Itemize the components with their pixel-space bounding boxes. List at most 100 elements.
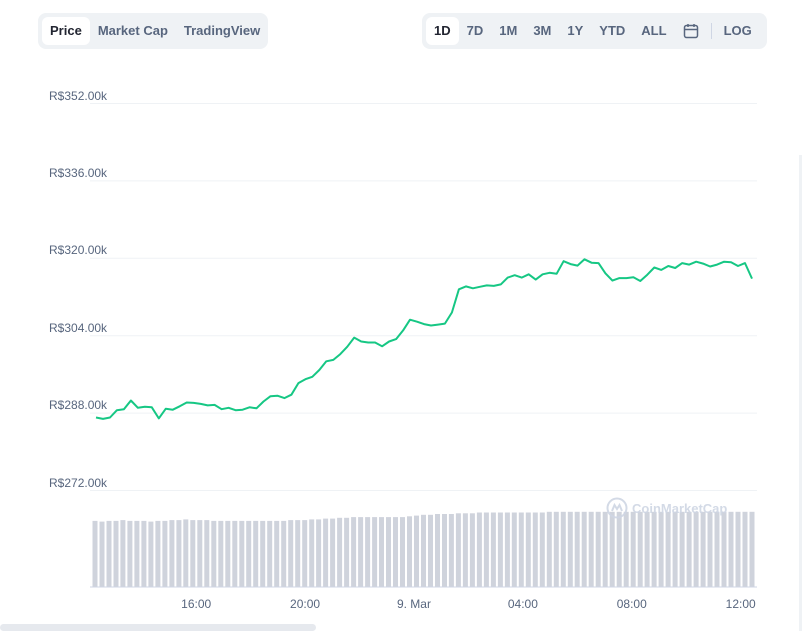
- watermark-text: CoinMarketCap: [632, 500, 728, 516]
- volume-bar: [162, 520, 168, 587]
- volume-bar: [616, 511, 622, 587]
- volume-bar: [351, 517, 357, 587]
- volume-bar: [623, 511, 629, 587]
- volume-bar: [365, 517, 371, 587]
- volume-bar: [490, 512, 496, 587]
- volume-bar: [169, 520, 175, 587]
- volume-bar: [176, 520, 182, 587]
- volume-bar: [448, 514, 454, 587]
- x-tick-label: 08:00: [616, 597, 647, 611]
- volume-bar: [218, 520, 224, 587]
- volume-bar: [113, 520, 119, 587]
- volume-bar: [553, 511, 559, 587]
- volume-bar: [400, 517, 405, 587]
- watermark: CoinMarketCap: [606, 497, 727, 519]
- volume-bar: [497, 512, 503, 587]
- x-tick-label: 04:00: [507, 597, 538, 611]
- volume-bar: [92, 520, 98, 587]
- volume-bar: [421, 514, 426, 587]
- volume-bar: [644, 511, 650, 587]
- volume-bar: [358, 517, 364, 587]
- volume-bar: [728, 511, 734, 587]
- volume-bar: [211, 520, 217, 587]
- volume-bar: [155, 520, 161, 587]
- volume-bar: [253, 520, 259, 587]
- volume-bar: [260, 520, 266, 587]
- volume-bar: [302, 520, 308, 587]
- volume-bar: [567, 511, 573, 587]
- price-series-line: [95, 258, 753, 420]
- volume-bar: [127, 520, 133, 587]
- volume-bar: [686, 511, 692, 587]
- horizontal-scrollbar[interactable]: [0, 624, 316, 631]
- volume-bar: [295, 520, 301, 587]
- volume-bar: [504, 512, 510, 587]
- volume-bar: [588, 511, 594, 587]
- volume-bar: [602, 511, 608, 587]
- coinmarketcap-logo-icon: [606, 497, 628, 519]
- volume-bar: [232, 520, 238, 587]
- volume-bar: [225, 520, 231, 587]
- volume-bar: [518, 512, 524, 587]
- volume-bar: [204, 520, 210, 587]
- volume-bar: [455, 513, 461, 587]
- volume-bar: [323, 518, 329, 587]
- volume-bar: [532, 512, 538, 587]
- price-chart: [90, 103, 757, 588]
- volume-bar: [651, 511, 657, 587]
- volume-bar: [672, 511, 678, 587]
- volume-bar: [106, 520, 112, 587]
- volume-bar: [393, 517, 398, 587]
- volume-bar: [330, 518, 336, 587]
- x-tick-label: 12:00: [725, 597, 756, 611]
- volume-bar: [344, 517, 350, 587]
- volume-bar: [539, 512, 545, 587]
- volume-bar: [546, 511, 552, 587]
- y-tick-label: R$336.00k: [49, 165, 108, 180]
- volume-bar: [407, 516, 412, 587]
- volume-bar: [183, 519, 189, 587]
- volume-bar: [309, 519, 315, 587]
- volume-bar: [469, 513, 475, 587]
- volume-bar: [267, 520, 273, 587]
- volume-bar: [525, 512, 531, 587]
- volume-bar: [679, 511, 685, 587]
- volume-bar: [197, 520, 203, 587]
- volume-bar: [281, 520, 287, 587]
- volume-bar: [462, 513, 468, 587]
- volume-bar: [630, 511, 636, 587]
- volume-bar: [442, 514, 447, 587]
- volume-bar: [372, 517, 378, 587]
- volume-bar: [714, 511, 720, 587]
- x-tick-label: 20:00: [290, 597, 321, 611]
- volume-bar: [386, 517, 391, 587]
- x-tick-label: 16:00: [181, 597, 212, 611]
- volume-bar: [288, 520, 294, 587]
- volume-bar: [749, 511, 755, 587]
- volume-bar: [665, 511, 671, 587]
- volume-bar: [239, 520, 245, 587]
- volume-bar: [609, 511, 615, 587]
- volume-bar: [337, 517, 343, 587]
- volume-bar: [707, 511, 713, 587]
- y-tick-label: R$320.00k: [49, 243, 108, 258]
- y-tick-label: R$304.00k: [49, 320, 108, 335]
- y-tick-label: R$352.00k: [49, 88, 108, 103]
- volume-bar: [428, 514, 433, 587]
- volume-bar: [190, 520, 196, 587]
- volume-bar: [483, 512, 489, 587]
- y-tick-label: R$272.00k: [49, 475, 108, 490]
- volume-bar: [120, 520, 126, 587]
- volume-bar: [379, 517, 384, 587]
- volume-bar: [637, 511, 643, 587]
- volume-bar: [414, 515, 419, 587]
- volume-bar: [511, 512, 517, 587]
- volume-bar: [274, 520, 280, 587]
- y-tick-label: R$288.00k: [49, 398, 108, 413]
- volume-bar: [700, 511, 706, 587]
- volume-bar: [742, 511, 748, 587]
- volume-bar: [735, 511, 741, 587]
- volume-bar: [246, 520, 252, 587]
- volume-bar: [721, 511, 727, 587]
- volume-bar: [693, 511, 699, 587]
